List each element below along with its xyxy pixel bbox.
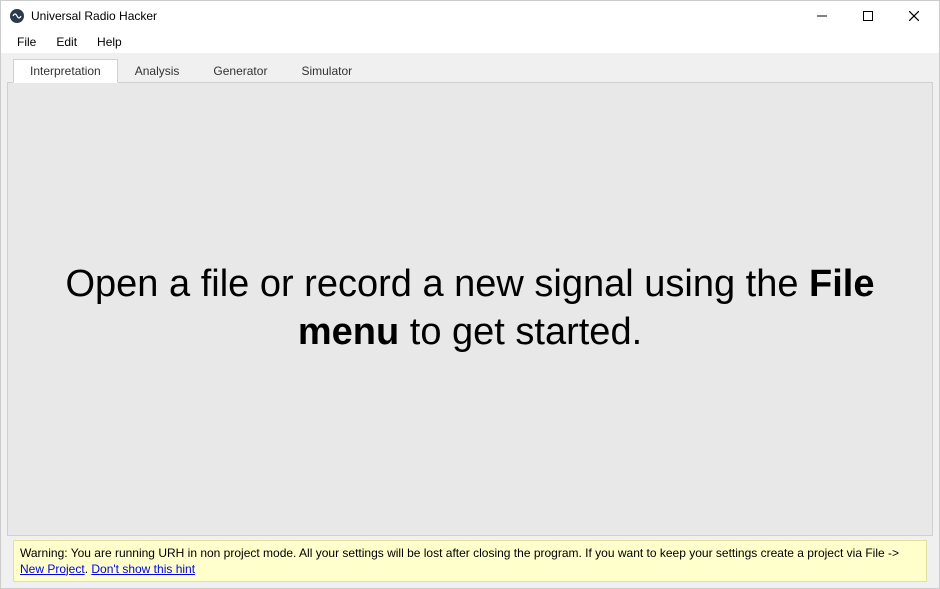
tab-panel: Open a file or record a new signal using…: [7, 82, 933, 536]
welcome-message: Open a file or record a new signal using…: [8, 261, 932, 356]
maximize-button[interactable]: [845, 1, 891, 31]
tab-interpretation[interactable]: Interpretation: [13, 59, 118, 83]
close-button[interactable]: [891, 1, 937, 31]
window-controls: [799, 1, 937, 31]
menu-edit[interactable]: Edit: [46, 33, 87, 51]
window-title: Universal Radio Hacker: [31, 9, 157, 23]
menu-bar: File Edit Help: [1, 31, 939, 53]
welcome-text-before: Open a file or record a new signal using…: [65, 263, 809, 305]
dont-show-hint-link[interactable]: Don't show this hint: [91, 562, 195, 576]
tab-analysis[interactable]: Analysis: [118, 59, 197, 82]
welcome-text-after: to get started.: [399, 311, 642, 353]
client-area: Interpretation Analysis Generator Simula…: [1, 53, 939, 588]
menu-file[interactable]: File: [7, 33, 46, 51]
tab-simulator[interactable]: Simulator: [284, 59, 369, 82]
menu-help[interactable]: Help: [87, 33, 132, 51]
warning-bar: Warning: You are running URH in non proj…: [13, 540, 927, 582]
warning-text: Warning: You are running URH in non proj…: [20, 546, 899, 560]
tab-generator[interactable]: Generator: [196, 59, 284, 82]
new-project-link[interactable]: New Project: [20, 562, 85, 576]
window-titlebar: Universal Radio Hacker: [1, 1, 939, 31]
minimize-button[interactable]: [799, 1, 845, 31]
app-icon: [9, 8, 25, 24]
tab-strip: Interpretation Analysis Generator Simula…: [13, 59, 933, 82]
